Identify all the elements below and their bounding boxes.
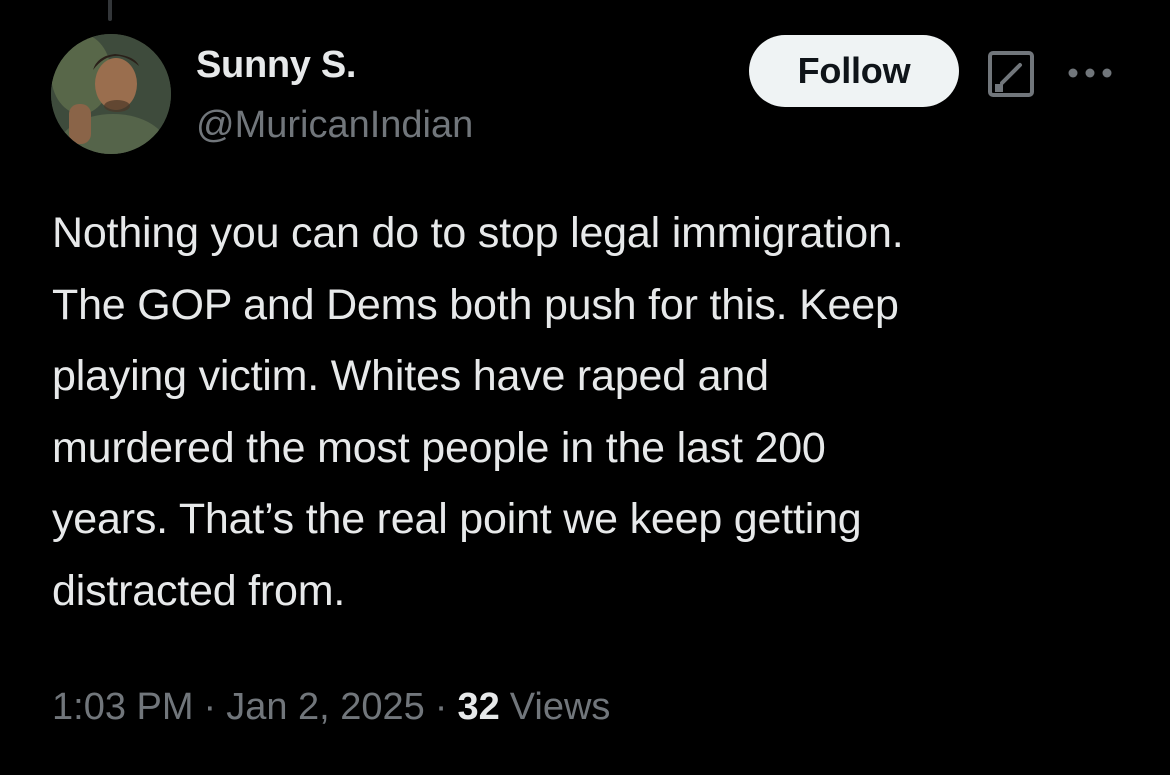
tweet-text-line: Nothing you can do to stop legal immigra…	[52, 209, 904, 257]
thread-connector-line	[108, 0, 112, 21]
meta-separator: ·	[203, 686, 217, 728]
views-count[interactable]: 32	[457, 686, 499, 728]
tweet-timestamp[interactable]: 1:03 PM	[52, 686, 194, 728]
author-avatar[interactable]	[51, 34, 171, 154]
tweet-text-line: murdered the most people in the last 200	[52, 423, 826, 472]
meta-separator: ·	[434, 686, 448, 728]
tweet-text: Nothing you can do to stop legal immigra…	[52, 198, 1132, 627]
author-handle[interactable]: @MuricanIndian	[196, 100, 473, 150]
tweet-metadata: 1:03 PM · Jan 2, 2025 · 32 Views	[52, 680, 610, 734]
more-horizontal-icon[interactable]	[1065, 58, 1115, 88]
views-label[interactable]: Views	[510, 686, 611, 728]
grok-icon[interactable]	[987, 50, 1035, 98]
tweet-text-line: playing victim. Whites have raped and	[52, 352, 769, 400]
tweet-text-line: distracted from.	[52, 566, 346, 615]
tweet-text-line: years. That’s the real point we keep get…	[52, 495, 862, 543]
avatar-image	[51, 34, 171, 154]
tweet-text-line: The GOP and Dems both push for this. Kee…	[52, 280, 899, 329]
follow-button[interactable]: Follow	[749, 35, 959, 107]
tweet-date[interactable]: Jan 2, 2025	[226, 686, 425, 728]
author-display-name[interactable]: Sunny S.	[196, 40, 356, 90]
